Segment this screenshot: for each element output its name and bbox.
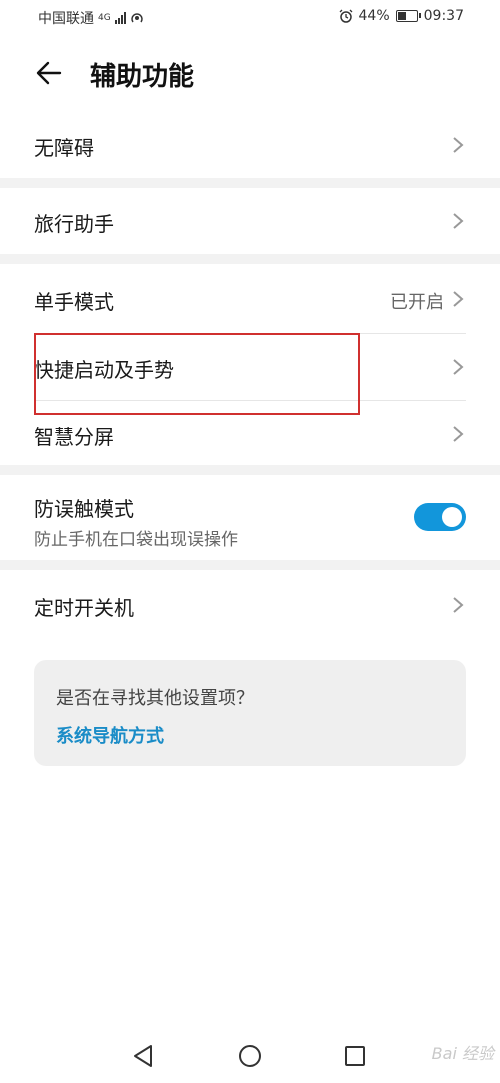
status-left: 中国联通 4G: [38, 8, 144, 28]
alarm-icon: [339, 9, 352, 23]
section-gap: [0, 254, 500, 264]
clock: 09:37: [423, 8, 464, 24]
system-nav-bar: [0, 1030, 500, 1083]
suggestion-card: 是否在寻找其他设置项？ 系统导航方式: [34, 660, 466, 766]
chevron-right-icon: [453, 137, 464, 153]
row-one-hand-mode[interactable]: 单手模式 已开启: [0, 264, 500, 332]
row-travel-assistant[interactable]: 旅行助手: [0, 188, 500, 254]
status-right: 44% 09:37: [339, 8, 464, 24]
row-split-screen-label: 智慧分屏: [34, 425, 114, 449]
hotspot-icon: [130, 13, 143, 23]
row-pocket-mode[interactable]: 防误触模式 防止手机在口袋出现误操作: [0, 475, 500, 560]
pocket-mode-toggle[interactable]: [414, 503, 466, 531]
square-recents-icon[interactable]: [344, 1045, 366, 1067]
row-one-hand-status: 已开启: [390, 292, 444, 313]
signal-icon: [114, 12, 126, 24]
section-gap: [0, 560, 500, 570]
baidu-watermark: Bai 经验: [431, 1044, 494, 1063]
chevron-right-icon: [453, 597, 464, 613]
toggle-knob: [442, 507, 462, 527]
row-one-hand-label: 单手模式: [34, 290, 114, 314]
page-title: 辅助功能: [90, 62, 195, 92]
chevron-right-icon: [453, 359, 464, 375]
app-header: 辅助功能: [0, 48, 500, 100]
chevron-right-icon: [453, 213, 464, 229]
circle-home-icon[interactable]: [238, 1044, 262, 1068]
carrier-label: 中国联通: [38, 11, 94, 27]
row-accessibility-label: 无障碍: [34, 136, 94, 160]
suggestion-question: 是否在寻找其他设置项？: [56, 688, 254, 709]
row-scheduled-power[interactable]: 定时开关机: [0, 570, 500, 638]
row-pocket-mode-description: 防止手机在口袋出现误操作: [34, 530, 238, 550]
row-pocket-mode-label: 防误触模式: [34, 497, 134, 521]
section-gap: [0, 465, 500, 475]
system-navigation-link[interactable]: 系统导航方式: [56, 722, 164, 748]
status-bar: 中国联通 4G 44% 09:37: [0, 0, 500, 34]
network-label: 4G: [98, 12, 111, 23]
row-accessibility[interactable]: 无障碍: [0, 112, 500, 178]
row-smart-split-screen[interactable]: 智慧分屏: [0, 401, 500, 465]
chevron-right-icon: [453, 291, 464, 307]
row-travel-label: 旅行助手: [34, 212, 114, 236]
row-scheduled-power-label: 定时开关机: [34, 596, 134, 620]
arrow-left-icon[interactable]: [34, 58, 64, 88]
battery-percent: 44%: [358, 8, 390, 24]
triangle-back-icon[interactable]: [132, 1044, 154, 1068]
chevron-right-icon: [453, 426, 464, 442]
section-gap: [0, 178, 500, 188]
battery-icon: [395, 10, 421, 22]
